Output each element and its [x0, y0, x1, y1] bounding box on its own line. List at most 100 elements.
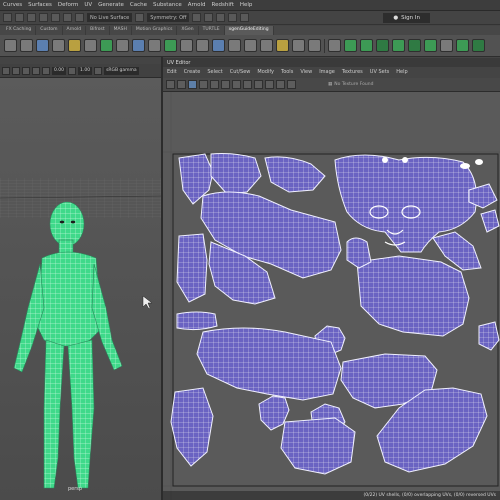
texture-selector[interactable]: ▦ No Texture Found	[328, 82, 373, 87]
uv-menu-item[interactable]: Select	[207, 69, 222, 75]
menu-item[interactable]: Surfaces	[28, 2, 52, 8]
camera-icon[interactable]	[2, 66, 10, 75]
exposure-field[interactable]: 0.00	[52, 66, 67, 75]
hypershade-icon[interactable]	[228, 13, 238, 22]
shaded-icon[interactable]	[32, 66, 40, 75]
render-view-icon[interactable]	[240, 13, 250, 22]
shelf-tool-icon[interactable]	[392, 39, 405, 52]
shelf-tool-icon[interactable]	[228, 39, 241, 52]
ipr-render-icon[interactable]	[204, 13, 214, 22]
shelf-tab-active[interactable]: xgenGuideEditing	[224, 26, 274, 35]
render-icon[interactable]	[192, 13, 202, 22]
select-by-component-icon[interactable]	[27, 13, 36, 22]
shelf-tab[interactable]: Custom	[36, 26, 63, 35]
shelf-tab[interactable]: MASH	[110, 26, 132, 35]
shelf-tool-icon[interactable]	[360, 39, 373, 52]
uv-channel-icon[interactable]	[276, 80, 285, 89]
uv-exposure-icon[interactable]	[287, 80, 296, 89]
shelf-tool-icon[interactable]	[344, 39, 357, 52]
shelf-tool-icon[interactable]	[292, 39, 305, 52]
shelf-tool-icon[interactable]	[20, 39, 33, 52]
shelf-tool-icon[interactable]	[116, 39, 129, 52]
uv-menu-item[interactable]: Edit	[167, 69, 177, 75]
shelf-tool-icon[interactable]	[244, 39, 257, 52]
shelf-tab[interactable]: Bifrost	[86, 26, 110, 35]
symmetry-icon[interactable]	[135, 13, 145, 22]
shelf-tool-icon[interactable]	[276, 39, 289, 52]
select-by-object-icon[interactable]	[15, 13, 24, 22]
uv-menu-item[interactable]: Textures	[342, 69, 363, 75]
shelf-tool-icon[interactable]	[212, 39, 225, 52]
snap-grid-icon[interactable]	[39, 13, 48, 22]
shelf-tool-icon[interactable]	[180, 39, 193, 52]
menu-item[interactable]: Curves	[3, 2, 22, 8]
shelf-tool-icon[interactable]	[148, 39, 161, 52]
uv-menu-item[interactable]: Tools	[281, 69, 293, 75]
shelf-tool-icon[interactable]	[424, 39, 437, 52]
color-space-field[interactable]: sRGB gamma	[104, 66, 139, 75]
shelf-tool-icon[interactable]	[84, 39, 97, 52]
shelf-tool-icon[interactable]	[376, 39, 389, 52]
menu-item[interactable]: Cache	[130, 2, 147, 8]
uv-distortion-icon[interactable]	[199, 80, 208, 89]
shelf-tab[interactable]: Motion Graphics	[132, 26, 178, 35]
grid-icon[interactable]	[12, 66, 20, 75]
shelf-tool-icon[interactable]	[52, 39, 65, 52]
menu-item[interactable]: Help	[240, 2, 253, 8]
select-by-hierarchy-icon[interactable]	[3, 13, 12, 22]
color-management-icon[interactable]	[94, 66, 103, 75]
uv-checker-icon[interactable]	[177, 80, 186, 89]
menu-item[interactable]: Arnold	[188, 2, 206, 8]
shelf-tool-icon[interactable]	[132, 39, 145, 52]
shelf-tool-icon[interactable]	[328, 39, 341, 52]
gamma-icon[interactable]	[68, 66, 77, 75]
uv-grid-icon[interactable]	[221, 80, 230, 89]
uv-menu-item[interactable]: Create	[184, 69, 201, 75]
menu-item[interactable]: Deform	[58, 2, 78, 8]
shelf-tool-icon[interactable]	[408, 39, 421, 52]
shelf-tool-icon[interactable]	[308, 39, 321, 52]
uv-menu-item[interactable]: Image	[319, 69, 335, 75]
menu-item[interactable]: Generate	[98, 2, 124, 8]
menu-item[interactable]: UV	[84, 2, 92, 8]
snap-plane-icon[interactable]	[75, 13, 84, 22]
shelf-tool-icon[interactable]	[456, 39, 469, 52]
shelf-tool-icon[interactable]	[4, 39, 17, 52]
uv-menu-item[interactable]: Modify	[257, 69, 274, 75]
snap-curve-icon[interactable]	[51, 13, 60, 22]
live-surface-field[interactable]: No Live Surface	[87, 13, 133, 22]
sign-in-button[interactable]: ● Sign In	[383, 12, 430, 23]
uv-menu-item[interactable]: UV Sets	[370, 69, 390, 75]
menu-item[interactable]: Substance	[153, 2, 182, 8]
uv-dim-icon[interactable]	[254, 80, 263, 89]
shelf-tab[interactable]: Arnold	[63, 26, 87, 35]
symmetry-field[interactable]: Symmetry: Off	[147, 13, 190, 22]
uv-image-icon[interactable]	[243, 80, 252, 89]
wireframe-icon[interactable]	[22, 66, 30, 75]
uv-snap-icon[interactable]	[232, 80, 241, 89]
render-settings-icon[interactable]	[216, 13, 226, 22]
menu-item[interactable]: Redshift	[212, 2, 234, 8]
uv-borders-icon[interactable]	[210, 80, 219, 89]
shelf-tool-icon[interactable]	[260, 39, 273, 52]
uv-shaded-icon[interactable]	[166, 80, 175, 89]
shelf-tool-icon[interactable]	[196, 39, 209, 52]
gamma-field[interactable]: 1.00	[78, 66, 93, 75]
uv-menu-item[interactable]: Cut/Sew	[230, 69, 251, 75]
uv-menu-item[interactable]: View	[300, 69, 312, 75]
shelf-tool-icon[interactable]	[36, 39, 49, 52]
shelf-tool-icon[interactable]	[472, 39, 485, 52]
uv-menu-item[interactable]: Help	[396, 69, 407, 75]
snap-point-icon[interactable]	[63, 13, 72, 22]
uv-filter-icon[interactable]	[265, 80, 274, 89]
shelf-tab[interactable]: TURTLE	[199, 26, 225, 35]
shelf-tool-icon[interactable]	[164, 39, 177, 52]
shelf-tab[interactable]: XGen	[177, 26, 199, 35]
shelf-tool-icon[interactable]	[68, 39, 81, 52]
perspective-viewport[interactable]	[0, 78, 161, 500]
shelf-tool-icon[interactable]	[440, 39, 453, 52]
lighting-icon[interactable]	[42, 66, 50, 75]
shelf-tool-icon[interactable]	[100, 39, 113, 52]
uv-canvas[interactable]	[163, 92, 500, 500]
shelf-tab[interactable]: FX Caching	[2, 26, 37, 35]
